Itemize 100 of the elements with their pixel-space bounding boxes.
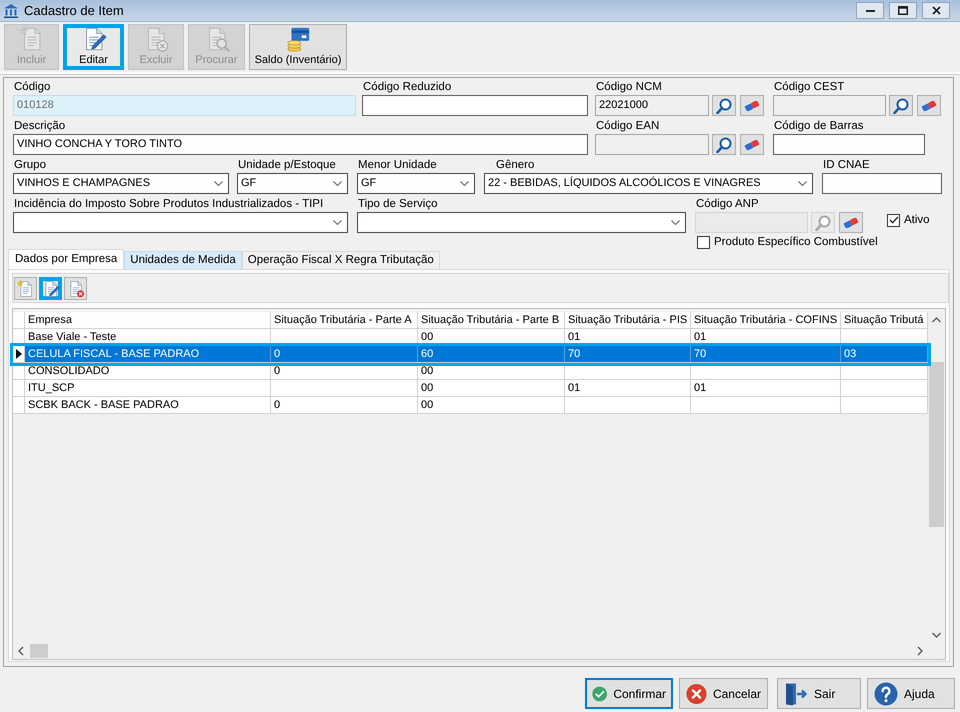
dropdown[interactable]: VINHOS E CHAMPAGNES: [13, 173, 229, 194]
table-cell: SCBK BACK - BASE PADRAO: [25, 397, 271, 413]
column-header[interactable]: Situação Tributária - PIS: [565, 312, 691, 328]
field-label: Unidade p/Estoque: [237, 159, 337, 173]
row-header[interactable]: [13, 346, 25, 362]
field-label: Código ANP: [695, 198, 760, 212]
edit-button[interactable]: Editar: [63, 24, 124, 70]
table-cell: 03: [841, 346, 928, 362]
edit-record-button[interactable]: [39, 277, 62, 300]
close-button[interactable]: [922, 2, 950, 19]
table-cell: 0: [271, 346, 418, 362]
eraser-icon: [744, 140, 760, 150]
tab[interactable]: Unidades de Medida: [124, 251, 242, 269]
column-header[interactable]: Situação Tributária - COFINS: [691, 312, 841, 328]
search-button[interactable]: [712, 134, 736, 155]
input-field[interactable]: [773, 95, 886, 116]
help-button[interactable]: Ajuda: [867, 678, 955, 709]
card-coins-icon: [285, 26, 311, 52]
table-row[interactable]: SCBK BACK - BASE PADRAO 0 00: [13, 397, 928, 414]
checkbox[interactable]: [697, 236, 710, 248]
input-field[interactable]: [773, 134, 925, 155]
scrollbar-thumb[interactable]: [30, 644, 48, 658]
confirm-button[interactable]: Confirmar: [585, 678, 673, 709]
field-label: Menor Unidade: [357, 159, 438, 173]
table-cell: 00: [418, 380, 565, 396]
table-cell: ITU_SCP: [25, 380, 271, 396]
table-cell: CONSOLIDADO: [25, 363, 271, 379]
search-button[interactable]: [712, 95, 736, 116]
column-header[interactable]: Situação Tributária - Parte A: [271, 312, 418, 328]
window-title: Cadastro de Item: [24, 3, 124, 18]
tab[interactable]: Operação Fiscal X Regra Tributação: [242, 251, 440, 269]
exit-button[interactable]: Sair: [777, 678, 861, 709]
table-cell: 70: [691, 346, 841, 362]
search-icon: [716, 136, 732, 152]
field-label: Código de Barras: [773, 120, 864, 134]
input-field[interactable]: [595, 134, 709, 155]
input-field[interactable]: 010128: [13, 95, 356, 116]
close-circle-icon: [686, 682, 707, 706]
chevron-down-icon: [214, 181, 223, 186]
new-document-icon: [16, 280, 34, 298]
search-icon: [815, 214, 831, 230]
stock-balance-button[interactable]: Saldo (Inventário): [249, 24, 347, 70]
checkbox-label[interactable]: Produto Específico Combustível: [714, 236, 878, 248]
table-cell: 00: [418, 397, 565, 413]
table-cell: 01: [565, 380, 691, 396]
minimize-button[interactable]: [856, 2, 884, 19]
input-field[interactable]: [362, 95, 588, 116]
eraser-button[interactable]: [917, 95, 941, 116]
dropdown[interactable]: GF: [357, 173, 475, 194]
checkbox-label[interactable]: Ativo: [904, 214, 930, 226]
eraser-button[interactable]: [740, 134, 764, 155]
chevron-down-icon: [333, 220, 342, 225]
eraser-button[interactable]: [839, 212, 863, 233]
search-button[interactable]: [889, 95, 913, 116]
checkbox[interactable]: [887, 214, 900, 226]
table-cell: CELULA FISCAL - BASE PADRAO: [25, 346, 271, 362]
field-label: Gênero: [495, 159, 536, 173]
field-label: Descrição: [13, 120, 66, 134]
minimize-icon: [866, 10, 874, 12]
maximize-icon: [898, 6, 908, 15]
input-field[interactable]: VINHO CONCHA Y TORO TINTO: [13, 134, 588, 155]
eraser-icon: [921, 100, 937, 110]
chevron-down-icon: [460, 181, 469, 186]
building-icon: [3, 2, 19, 18]
dropdown[interactable]: [13, 212, 348, 233]
check-icon: [888, 216, 898, 224]
field-label: ID CNAE: [822, 159, 871, 173]
search-icon: [893, 98, 909, 114]
tab[interactable]: Dados por Empresa: [8, 249, 124, 269]
field-label: Código NCM: [595, 81, 663, 95]
row-pointer-icon: [16, 349, 22, 359]
help-icon: [874, 682, 898, 706]
table-row[interactable]: CELULA FISCAL - BASE PADRAO 0 60 70 70 03: [13, 346, 928, 363]
column-header[interactable]: Situação Tributária - Parte B: [418, 312, 565, 328]
dropdown[interactable]: 22 - BEBIDAS, LÍQUIDOS ALCOÓLICOS E VINAGRES: [484, 173, 813, 194]
input-field[interactable]: [822, 173, 942, 194]
table-cell: 60: [418, 346, 565, 362]
scrollbar-thumb[interactable]: [929, 362, 944, 527]
field-label: Código Reduzido: [362, 81, 452, 95]
column-header[interactable]: Empresa: [25, 312, 271, 328]
maximize-button[interactable]: [889, 2, 917, 19]
door-exit-icon: [784, 682, 808, 706]
field-label: Código: [13, 81, 52, 95]
table-cell: 0: [271, 397, 418, 413]
field-label: Grupo: [13, 159, 47, 173]
cancel-button[interactable]: Cancelar: [679, 678, 768, 709]
chevron-down-icon: [671, 220, 680, 225]
dropdown[interactable]: GF: [237, 173, 348, 194]
table-row[interactable]: ITU_SCP 00 01 01: [13, 380, 928, 397]
table-cell: 0: [271, 363, 418, 379]
eraser-icon: [843, 218, 859, 228]
dropdown[interactable]: [357, 212, 686, 233]
chevron-down-icon: [333, 181, 342, 186]
chevron-down-icon: [798, 181, 807, 186]
delete-record-button[interactable]: [64, 277, 87, 300]
field-label: Código EAN: [595, 120, 660, 134]
table-cell: 00: [418, 363, 565, 379]
input-field[interactable]: 22021000: [595, 95, 709, 116]
eraser-button[interactable]: [740, 95, 764, 116]
field-label: Tipo de Serviço: [357, 198, 438, 212]
